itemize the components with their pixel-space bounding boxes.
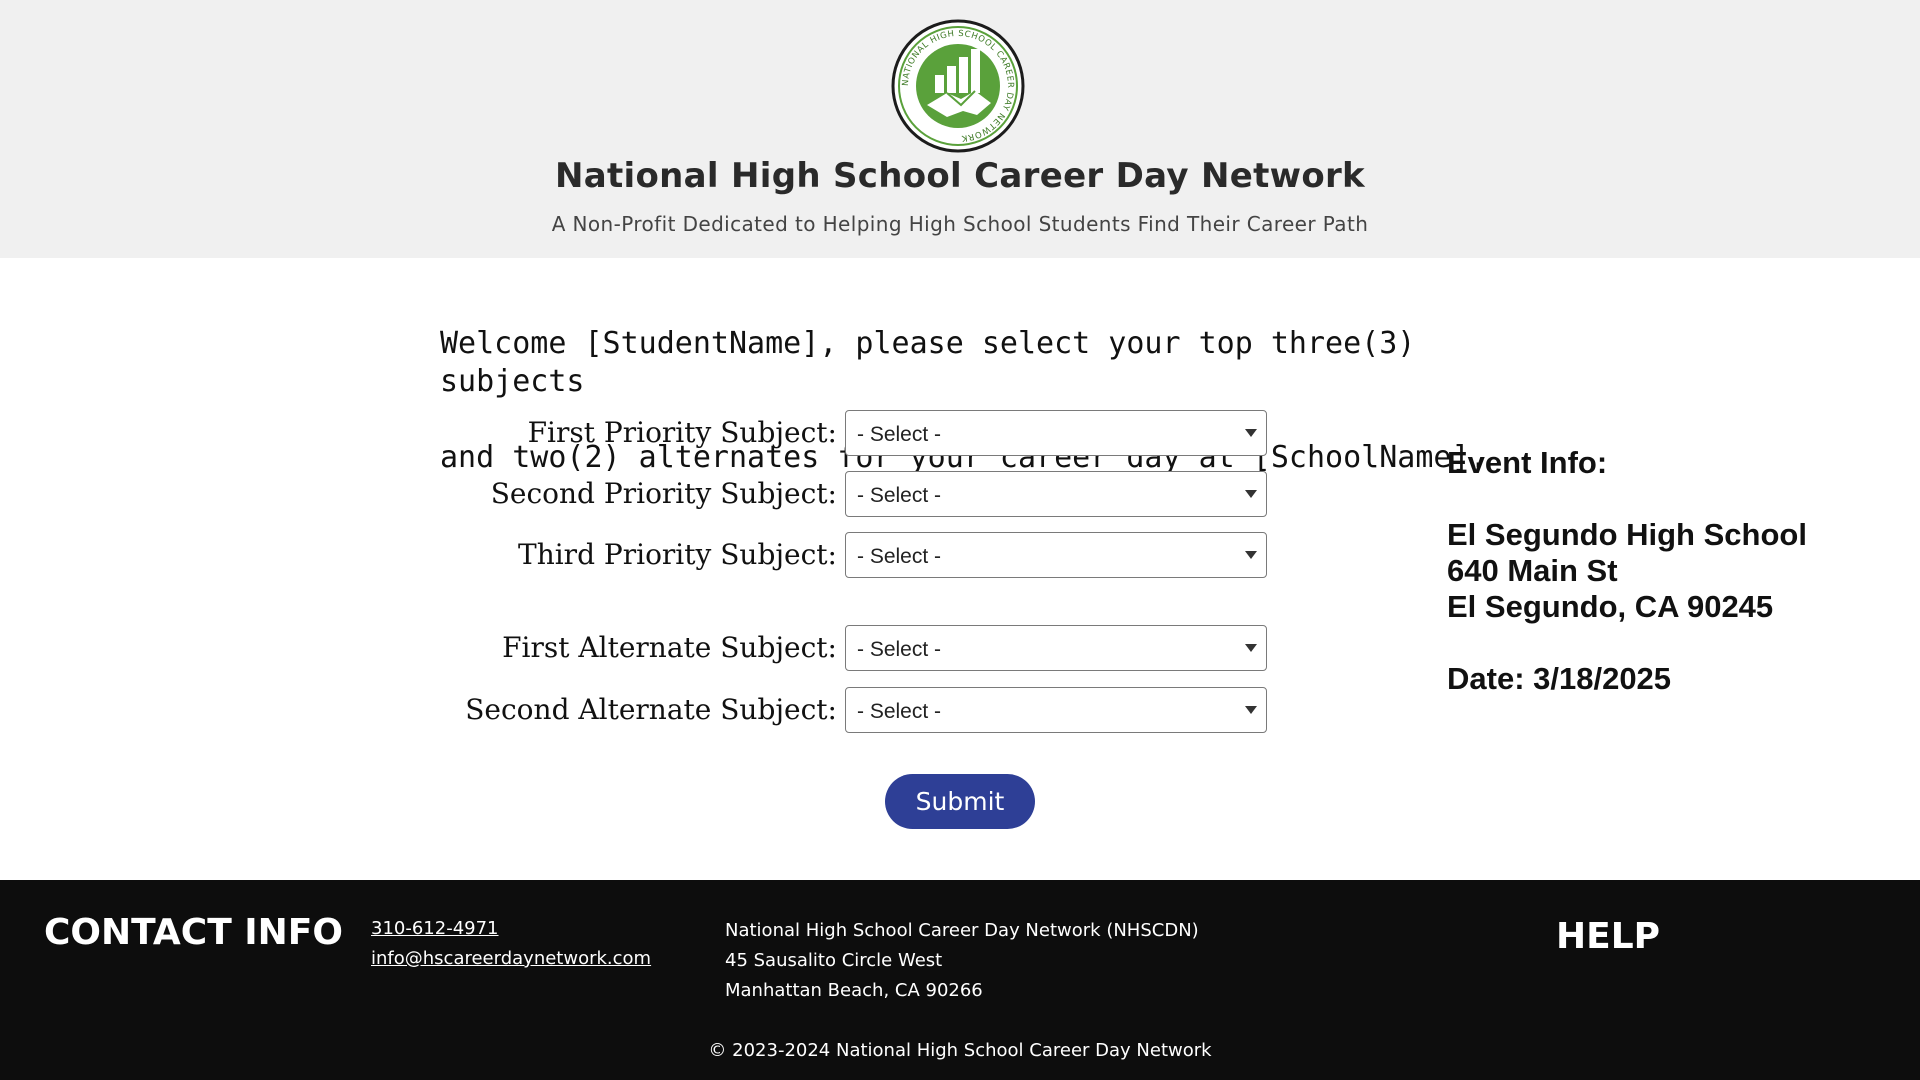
second-alternate-row: Second Alternate Subject: - Select - — [400, 687, 1270, 735]
dropdown-arrow-icon — [1245, 706, 1257, 714]
first-priority-select[interactable]: - Select - — [845, 410, 1267, 456]
copyright-notice: © 2023-2024 National High School Career … — [708, 1040, 1212, 1061]
first-alternate-row: First Alternate Subject: - Select - — [400, 625, 1270, 673]
site-tagline: A Non-Profit Dedicated to Helping High S… — [551, 212, 1369, 236]
second-alternate-label: Second Alternate Subject: — [465, 693, 837, 726]
site-header: NATIONAL HIGH SCHOOL CAREER DAY NETWORK … — [0, 0, 1920, 258]
first-alternate-select[interactable]: - Select - — [845, 625, 1267, 671]
second-priority-value: - Select - — [857, 484, 942, 507]
phone-link[interactable]: 310-612-4971 — [371, 914, 651, 944]
contact-links: 310-612-4971 info@hscareerdaynetwork.com — [371, 914, 651, 974]
nhscdn-logo: NATIONAL HIGH SCHOOL CAREER DAY NETWORK — [891, 19, 1025, 153]
help-link[interactable]: HELP — [1556, 916, 1660, 957]
third-priority-row: Third Priority Subject: - Select - — [400, 532, 1270, 580]
address-line-2: Manhattan Beach, CA 90266 — [725, 980, 983, 1001]
site-footer: CONTACT INFO 310-612-4971 info@hscareerd… — [0, 880, 1920, 1080]
first-priority-label: First Priority Subject: — [527, 416, 837, 449]
first-alternate-label: First Alternate Subject: — [502, 631, 837, 664]
dropdown-arrow-icon — [1245, 551, 1257, 559]
submit-button[interactable]: Submit — [885, 774, 1035, 829]
second-priority-label: Second Priority Subject: — [490, 477, 837, 510]
first-priority-value: - Select - — [857, 423, 942, 446]
first-priority-row: First Priority Subject: - Select - — [400, 410, 1270, 458]
dropdown-arrow-icon — [1245, 490, 1257, 498]
address-line-1: 45 Sausalito Circle West — [725, 950, 943, 971]
site-title: National High School Career Day Network — [555, 156, 1365, 196]
contact-info-heading: CONTACT INFO — [44, 912, 344, 953]
second-alternate-select[interactable]: - Select - — [845, 687, 1267, 733]
org-address: National High School Career Day Network … — [725, 916, 1199, 1006]
event-info-heading: Event Info: — [1447, 445, 1608, 480]
third-priority-value: - Select - — [857, 545, 942, 568]
welcome-line-1: Welcome [StudentName], please select you… — [440, 326, 1416, 399]
first-alternate-value: - Select - — [857, 638, 942, 661]
event-street: 640 Main St — [1447, 553, 1618, 588]
second-priority-select[interactable]: - Select - — [845, 471, 1267, 517]
event-date: Date: 3/18/2025 — [1447, 661, 1672, 696]
third-priority-label: Third Priority Subject: — [518, 538, 837, 571]
event-city: El Segundo, CA 90245 — [1447, 589, 1774, 624]
second-priority-row: Second Priority Subject: - Select - — [400, 471, 1270, 519]
dropdown-arrow-icon — [1245, 429, 1257, 437]
email-link[interactable]: info@hscareerdaynetwork.com — [371, 944, 651, 974]
second-alternate-value: - Select - — [857, 700, 942, 723]
event-school-name: El Segundo High School — [1447, 517, 1807, 552]
event-info-panel: Event Info: El Segundo High School 640 M… — [1447, 445, 1907, 697]
third-priority-select[interactable]: - Select - — [845, 532, 1267, 578]
org-name: National High School Career Day Network … — [725, 920, 1199, 941]
dropdown-arrow-icon — [1245, 644, 1257, 652]
